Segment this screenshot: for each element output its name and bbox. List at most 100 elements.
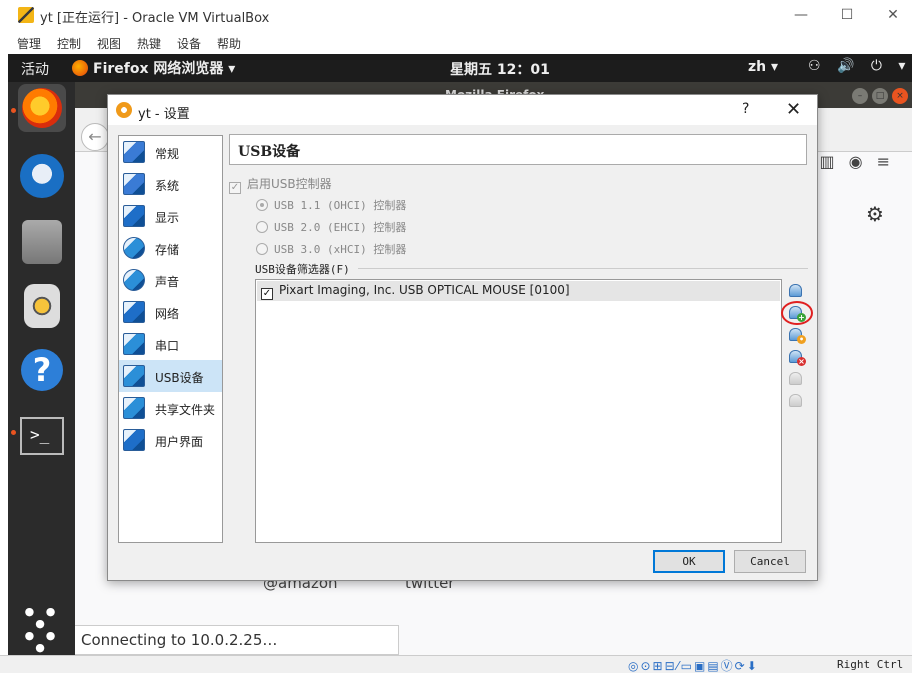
move-filter-down-button[interactable] xyxy=(788,392,806,410)
ff-maximize-button[interactable]: □ xyxy=(872,88,888,104)
host-menubar: 管理 控制 视图 热键 设备 帮助 xyxy=(0,31,912,54)
input-language[interactable]: zh ▾ xyxy=(748,59,778,75)
back-button[interactable]: ← xyxy=(81,123,109,151)
app-menu[interactable]: Firefox 网络浏览器 ▾ xyxy=(72,58,235,78)
dock-thunderbird[interactable] xyxy=(18,152,66,200)
menu-manage[interactable]: 管理 xyxy=(17,35,41,52)
dock-firefox[interactable] xyxy=(18,84,66,132)
status-panel: Connecting to 10.0.2.25… xyxy=(75,625,399,655)
category-label: 共享文件夹 xyxy=(155,403,216,417)
firefox-window-buttons: – □ × xyxy=(852,87,912,104)
gear-icon[interactable]: ⚙ xyxy=(866,202,884,226)
move-filter-up-button[interactable] xyxy=(788,370,806,388)
category-item[interactable]: 声音 xyxy=(119,264,222,296)
enable-usb-label: 启用USB控制器 xyxy=(247,177,332,191)
enable-usb-checkbox[interactable]: ✓ 启用USB控制器 xyxy=(229,175,332,194)
settings-dialog: yt - 设置 ? ✕ 常规系统显示存储声音网络串口 USB设备共享文件夹用户界面… xyxy=(107,94,818,581)
category-item[interactable]: 系统 xyxy=(119,168,222,200)
usb-filter-icon xyxy=(789,284,802,297)
firefox-icon xyxy=(22,88,62,128)
usb-3-0-radio[interactable]: USB 3.0 (xHCI) 控制器 xyxy=(256,241,406,257)
close-dialog-button[interactable]: ✕ xyxy=(786,99,801,120)
new-empty-filter-button[interactable] xyxy=(788,282,806,300)
filter-checkbox[interactable]: ✓ xyxy=(261,288,273,300)
gnome-top-bar: 活动 Firefox 网络浏览器 ▾ 星期五 12：01 zh ▾ ⚇ 🔊 ⏻ … xyxy=(8,54,912,82)
toolbar-right-icons[interactable]: ▥◉≡ xyxy=(820,152,904,171)
category-item[interactable]: 显示 xyxy=(119,200,222,232)
usb-filter-list[interactable]: ✓ Pixart Imaging, Inc. USB OPTICAL MOUSE … xyxy=(255,279,782,543)
usb-filters-label: USB设备筛选器(F) xyxy=(255,263,350,276)
checkbox-mark: ✓ xyxy=(229,182,241,194)
category-item[interactable]: 常规 xyxy=(119,136,222,168)
display-icon xyxy=(123,205,145,227)
ff-minimize-button[interactable]: – xyxy=(852,88,868,104)
firefox-icon xyxy=(72,60,88,76)
audio-icon xyxy=(123,269,145,291)
usb-1-1-radio[interactable]: USB 1.1 (OHCI) 控制器 xyxy=(256,197,406,213)
ff-close-button[interactable]: × xyxy=(892,88,908,104)
vm-settings-icon xyxy=(116,102,132,118)
show-applications-button[interactable]: ● ● ●● ● ●● ● ● xyxy=(18,600,66,673)
add-filter-from-device-button[interactable]: + xyxy=(788,304,806,322)
dock-terminal[interactable]: >_ xyxy=(18,412,66,460)
dock-help[interactable]: ? xyxy=(18,346,66,394)
category-label: 用户界面 xyxy=(155,435,204,449)
menu-control[interactable]: 控制 xyxy=(57,35,81,52)
radio-mark xyxy=(256,221,268,233)
menu-view[interactable]: 视图 xyxy=(97,35,121,52)
clock[interactable]: 星期五 12：01 xyxy=(450,59,550,79)
app-menu-label: Firefox 网络浏览器 ▾ xyxy=(93,61,236,77)
host-key-label: Right Ctrl xyxy=(837,658,904,671)
category-label: 显示 xyxy=(155,211,180,225)
maximize-button[interactable]: ☐ xyxy=(832,5,862,25)
network-icon xyxy=(123,301,145,323)
page-title: USB设备 xyxy=(229,134,807,165)
usb-filter-row[interactable]: ✓ Pixart Imaging, Inc. USB OPTICAL MOUSE … xyxy=(257,281,780,301)
ok-button[interactable]: OK xyxy=(653,550,725,573)
category-item[interactable]: 串口 xyxy=(119,328,222,360)
dock-rhythmbox[interactable] xyxy=(18,282,66,330)
menu-help[interactable]: 帮助 xyxy=(217,35,241,52)
host-titlebar: yt [正在运行] - Oracle VM VirtualBox — ☐ ✕ xyxy=(0,0,912,31)
shared-folder-icon xyxy=(123,397,145,419)
category-label: 声音 xyxy=(155,275,180,289)
menu-devices[interactable]: 设备 xyxy=(177,35,201,52)
help-button[interactable]: ? xyxy=(742,101,749,117)
category-label: 存储 xyxy=(155,243,180,257)
separator xyxy=(358,268,808,269)
minimize-button[interactable]: — xyxy=(786,5,816,25)
serial-icon xyxy=(123,333,145,355)
category-item[interactable]: USB设备 xyxy=(119,360,222,392)
remove-icon: × xyxy=(797,357,806,366)
category-list: 常规系统显示存储声音网络串口 USB设备共享文件夹用户界面 xyxy=(118,135,223,543)
dock-files[interactable] xyxy=(18,218,66,266)
terminal-icon: >_ xyxy=(20,417,64,455)
storage-icon xyxy=(123,237,145,259)
category-label: 常规 xyxy=(155,147,180,161)
close-window-button[interactable]: ✕ xyxy=(878,5,908,25)
usb-2-0-label: USB 2.0 (EHCI) 控制器 xyxy=(274,221,407,234)
user-interface-icon xyxy=(123,429,145,451)
dialog-title: yt - 设置 xyxy=(138,107,190,122)
activities-button[interactable]: 活动 xyxy=(21,59,49,79)
edit-filter-button[interactable]: • xyxy=(788,326,806,344)
system-icon xyxy=(123,173,145,195)
category-item[interactable]: 网络 xyxy=(119,296,222,328)
plus-icon: + xyxy=(797,313,806,322)
menu-hotkey[interactable]: 热键 xyxy=(137,35,161,52)
remove-filter-button[interactable]: × xyxy=(788,348,806,366)
category-item[interactable]: 存储 xyxy=(119,232,222,264)
category-item[interactable]: 用户界面 xyxy=(119,424,222,456)
device-status-icons[interactable]: ◎⊙⊞⊟⁄▭▣▤Ⓥ⟳⬇ xyxy=(628,657,759,673)
usb-2-0-radio[interactable]: USB 2.0 (EHCI) 控制器 xyxy=(256,219,406,235)
usb-3-0-label: USB 3.0 (xHCI) 控制器 xyxy=(274,243,407,256)
dialog-titlebar: yt - 设置 ? ✕ xyxy=(108,95,817,125)
host-window-title: yt [正在运行] - Oracle VM VirtualBox xyxy=(40,11,270,26)
cancel-button[interactable]: Cancel xyxy=(734,550,806,573)
system-menu[interactable]: ⚇ 🔊 ⏻ ▾ xyxy=(808,58,911,74)
thunderbird-icon xyxy=(20,154,64,198)
edit-icon: • xyxy=(797,335,806,344)
category-label: 串口 xyxy=(155,339,180,353)
usb-1-1-label: USB 1.1 (OHCI) 控制器 xyxy=(274,199,407,212)
category-item[interactable]: 共享文件夹 xyxy=(119,392,222,424)
